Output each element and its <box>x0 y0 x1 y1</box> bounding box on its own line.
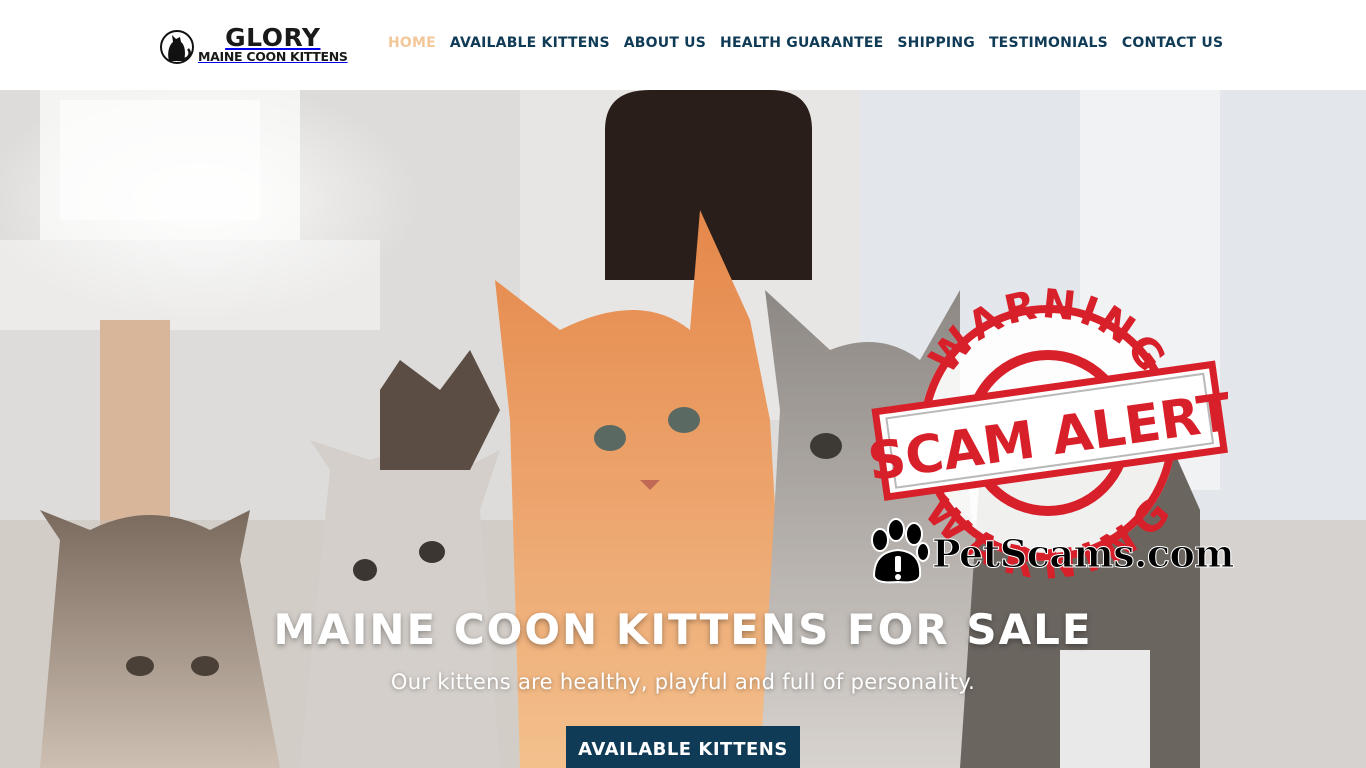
nav-item-available-kittens[interactable]: AVAILABLE KITTENS <box>450 35 610 51</box>
nav-item-contact-us[interactable]: CONTACT US <box>1122 35 1223 51</box>
logo-subtitle: MAINE COON KITTENS <box>198 48 348 64</box>
main-nav: HOME AVAILABLE KITTENS ABOUT US HEALTH G… <box>388 35 1223 51</box>
logo-title: GLORY <box>225 22 321 52</box>
site-logo[interactable]: GLORY MAINE COON KITTENS <box>160 22 360 66</box>
nav-item-home[interactable]: HOME <box>388 35 436 51</box>
nav-item-about-us[interactable]: ABOUT US <box>624 35 706 51</box>
site-header: GLORY MAINE COON KITTENS HOME AVAILABLE … <box>0 0 1366 90</box>
hero-section: WARNING WARNING SCAM ALERT PetScams.com … <box>0 90 1366 768</box>
hero-title: MAINE COON KITTENS FOR SALE <box>273 605 1093 654</box>
nav-item-shipping[interactable]: SHIPPING <box>897 35 975 51</box>
logo-text: GLORY MAINE COON KITTENS <box>198 25 348 64</box>
available-kittens-button[interactable]: AVAILABLE KITTENS <box>566 726 800 768</box>
cat-silhouette-icon <box>160 25 194 64</box>
hero-subtitle: Our kittens are healthy, playful and ful… <box>390 670 976 694</box>
petscams-watermark: PetScams.com <box>866 518 1235 588</box>
nav-item-health-guarantee[interactable]: HEALTH GUARANTEE <box>720 35 883 51</box>
petscams-site-text: PetScams.com <box>931 530 1235 576</box>
nav-item-testimonials[interactable]: TESTIMONIALS <box>989 35 1108 51</box>
paw-warning-icon <box>866 518 930 588</box>
